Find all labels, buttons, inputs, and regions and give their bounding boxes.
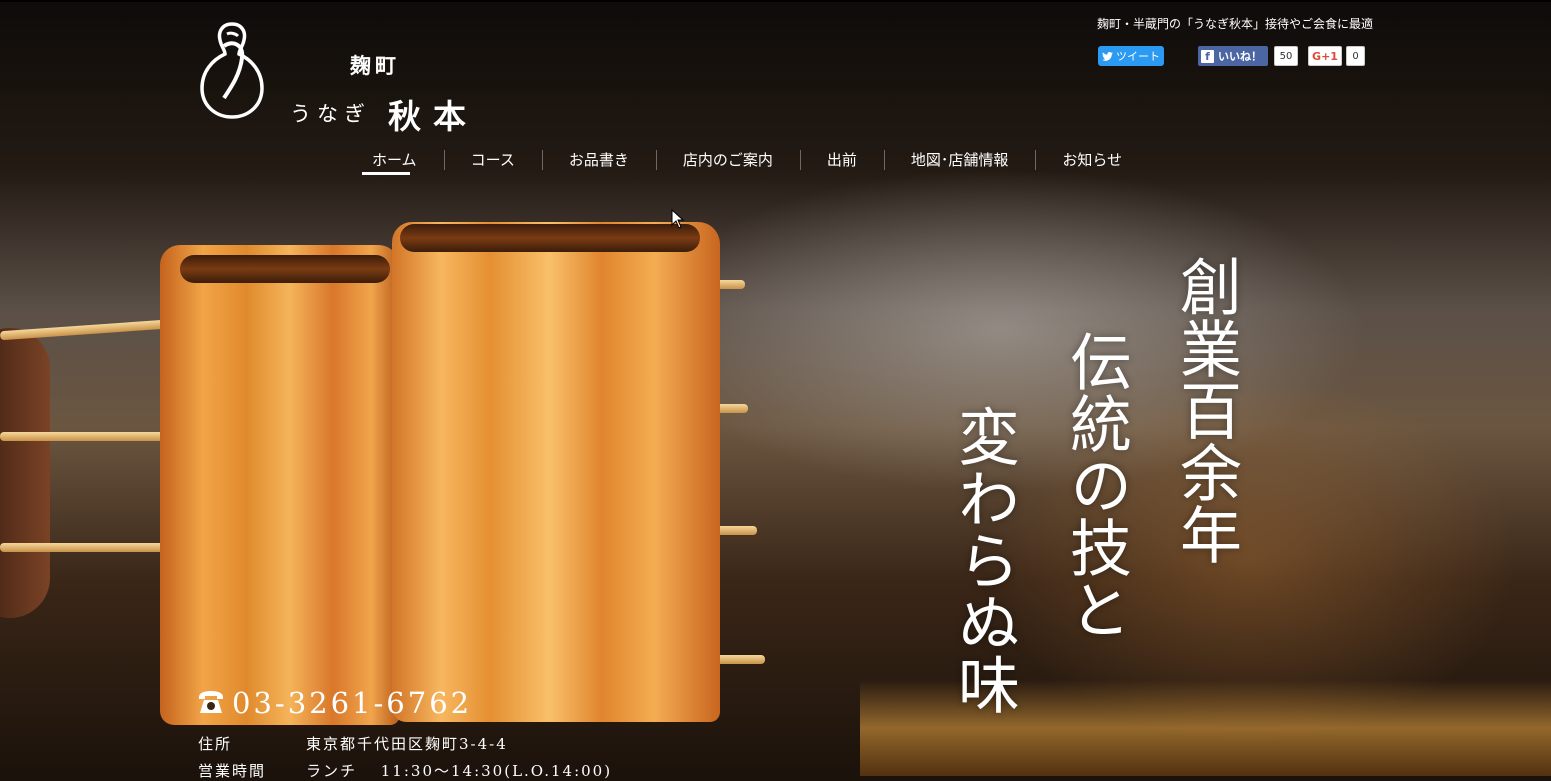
twitter-bird-icon: [1102, 51, 1113, 61]
skewer: [0, 432, 175, 441]
facebook-icon: f: [1201, 49, 1214, 63]
facebook-like-button[interactable]: f いいね！: [1198, 46, 1268, 66]
nav-item-interior[interactable]: 店内のご案内: [655, 146, 800, 174]
nav-item-access[interactable]: 地図･店舗情報: [883, 146, 1036, 174]
phone-number[interactable]: 03-3261-6762: [196, 686, 472, 720]
telephone-icon: [199, 691, 223, 713]
tweet-label: ツイート: [1116, 50, 1160, 63]
eel-char-edge: [400, 224, 700, 252]
skewer: [0, 318, 181, 341]
site-logo[interactable]: 麹町 うなぎ 秋本: [198, 20, 518, 136]
tweet-button[interactable]: ツイート: [1098, 46, 1164, 66]
top-border: [0, 0, 1551, 2]
grilled-eel-image: [160, 245, 400, 725]
nav-item-news[interactable]: お知らせ: [1035, 146, 1149, 174]
hours-row: 営業時間 ランチ 11:30～14:30(L.O.14:00): [198, 760, 612, 781]
like-count: 50: [1274, 46, 1298, 66]
nav-item-home[interactable]: ホーム: [345, 146, 444, 175]
site-tagline: 麹町・半蔵門の「うなぎ秋本」接待やご会食に最適: [1096, 17, 1373, 31]
eel-char-edge: [180, 255, 390, 283]
logo-unagi: うなぎ: [290, 102, 371, 126]
main-nav: ホーム コース お品書き 店内のご案内 出前 地図･店舗情報 お知らせ: [345, 145, 1149, 175]
hours-label: 営業時間: [198, 762, 267, 780]
google-plus-button[interactable]: G+1: [1308, 46, 1342, 66]
gourd-logo-icon: [200, 22, 264, 119]
logo-shop-name: 秋本: [388, 97, 478, 136]
nav-item-course[interactable]: コース: [443, 146, 542, 174]
logo-subtitle: 麹町: [350, 53, 400, 78]
hero-catch-line-2: 伝統の技と: [1059, 330, 1132, 640]
hours-value: ランチ 11:30～14:30(L.O.14:00): [306, 762, 613, 780]
hero-catch-line-1: 創業百余年: [1169, 255, 1242, 565]
address-label: 住所: [198, 735, 233, 753]
phone-number-text: 03-3261-6762: [232, 686, 473, 720]
skewer: [0, 543, 175, 552]
hero-catch-line-3: 変わらぬ味: [947, 405, 1020, 715]
nav-item-delivery[interactable]: 出前: [799, 146, 884, 174]
mouse-cursor-icon: [671, 209, 685, 229]
like-label: いいね！: [1218, 50, 1262, 63]
address-value: 東京都千代田区麹町3-4-4: [306, 735, 508, 753]
gplus-count: 0: [1346, 46, 1365, 66]
address-row: 住所 東京都千代田区麹町3-4-4: [198, 733, 508, 754]
hand-image: [0, 328, 50, 618]
grilled-eel-image: [392, 222, 720, 722]
nav-item-menu[interactable]: お品書き: [541, 146, 656, 174]
